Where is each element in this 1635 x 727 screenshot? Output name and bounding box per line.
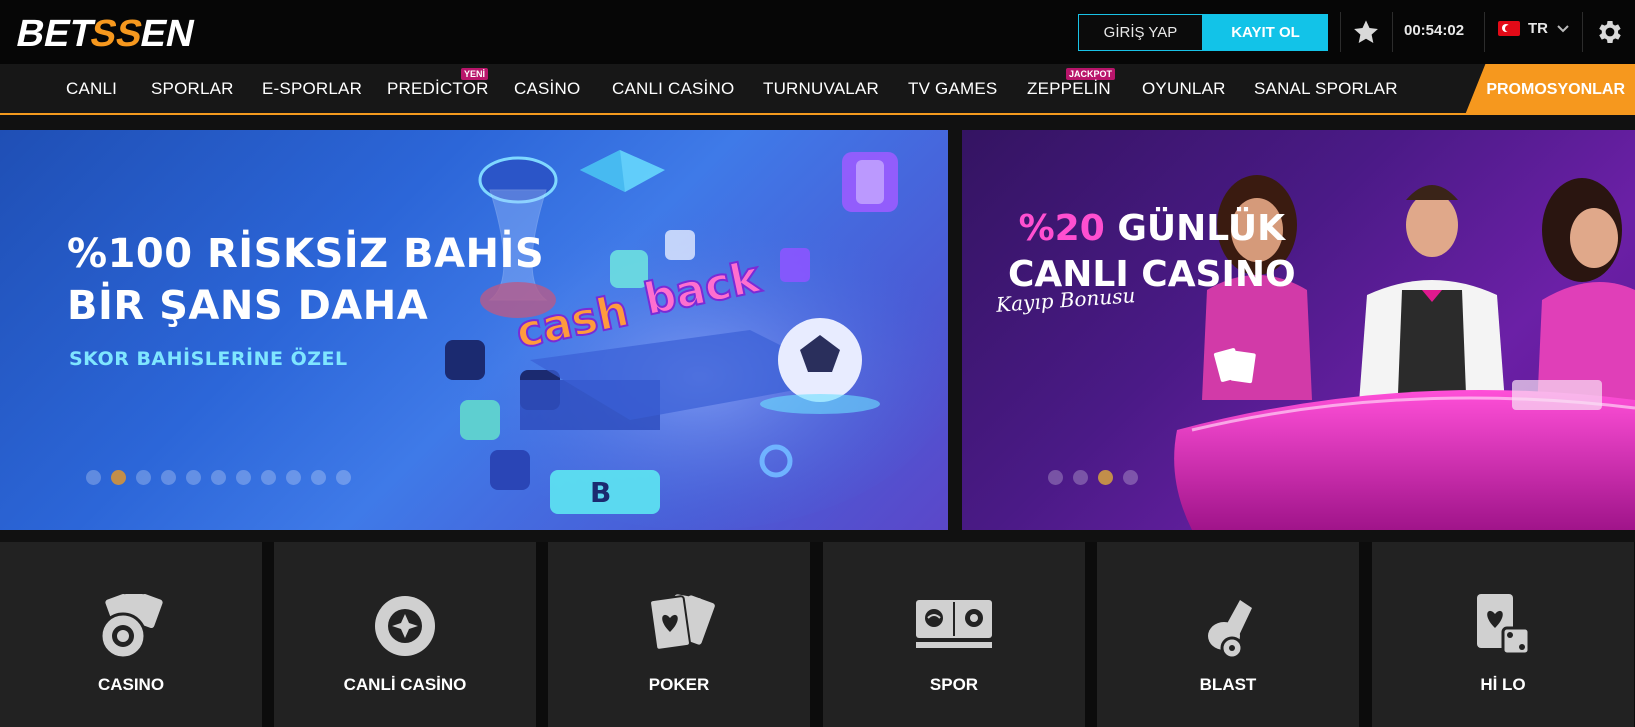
casino-chips-cards-icon bbox=[99, 593, 163, 660]
banner-title-line-2: BİR ŞANS DAHA bbox=[67, 283, 429, 329]
divider bbox=[1392, 12, 1393, 52]
nav-item-predictor[interactable]: PREDİCTOR bbox=[387, 79, 489, 99]
pagination-dot[interactable] bbox=[211, 470, 226, 485]
card-dice-icon bbox=[1477, 594, 1531, 656]
casino-dealers-illustration bbox=[1174, 175, 1635, 530]
pagination-dot[interactable] bbox=[1073, 470, 1088, 485]
promotions-button[interactable]: PROMOSYONLAR bbox=[1465, 64, 1635, 115]
divider bbox=[1340, 12, 1341, 52]
tile-label: BLAST bbox=[1199, 675, 1257, 694]
tile-poker[interactable]: POKER bbox=[548, 542, 810, 727]
pagination-dot[interactable] bbox=[236, 470, 251, 485]
tile-label: SPOR bbox=[929, 675, 979, 694]
tile-label: CASINO bbox=[97, 675, 165, 694]
language-selector[interactable]: TR bbox=[1498, 20, 1570, 37]
login-button[interactable]: GİRİŞ YAP bbox=[1078, 14, 1203, 51]
pagination-dot[interactable] bbox=[186, 470, 201, 485]
main-nav: CANLI SPORLAR E-SPORLAR YENİ PREDİCTOR C… bbox=[0, 64, 1635, 115]
nav-item-canli[interactable]: CANLI bbox=[66, 79, 117, 99]
tile-sports[interactable]: SPOR bbox=[823, 542, 1085, 727]
nav-item-zeppelin[interactable]: ZEPPELİN bbox=[1027, 79, 1111, 99]
chevron-down-icon bbox=[1557, 24, 1569, 32]
live-casino-chip-icon bbox=[375, 596, 435, 656]
svg-text:B: B bbox=[590, 476, 611, 509]
pagination-dot[interactable] bbox=[311, 470, 326, 485]
nav-item-oyunlar[interactable]: OYUNLAR bbox=[1142, 79, 1226, 99]
divider bbox=[1484, 12, 1485, 52]
tile-label: CANLİ CASİNO bbox=[343, 675, 467, 694]
banner-pagination bbox=[1048, 470, 1138, 485]
clock: 00:54:02 bbox=[1404, 22, 1465, 39]
sports-balls-icon bbox=[916, 600, 992, 648]
brand-logo[interactable]: BET SS EN bbox=[10, 2, 210, 62]
pagination-dot[interactable] bbox=[1048, 470, 1063, 485]
pagination-dot[interactable] bbox=[86, 470, 101, 485]
turkey-flag-icon bbox=[1498, 21, 1520, 36]
banner-pagination bbox=[86, 470, 351, 485]
top-bar: BET SS EN GİRİŞ YAP KAYIT OL 00:54:02 TR bbox=[0, 0, 1635, 64]
nav-item-canli-casino[interactable]: CANLI CASİNO bbox=[612, 79, 734, 99]
pagination-dot-active[interactable] bbox=[1098, 470, 1113, 485]
tile-blast[interactable]: BLAST bbox=[1097, 542, 1359, 727]
banner-title-highlight: %20 bbox=[1018, 208, 1105, 249]
banner-title: %20 GÜNLÜK CANLI CASINO bbox=[1008, 206, 1296, 298]
pagination-dot[interactable] bbox=[1123, 470, 1138, 485]
tile-hi-lo[interactable]: Hİ LO bbox=[1372, 542, 1634, 727]
banner-subtitle: SKOR BAHİSLERİNE ÖZEL bbox=[69, 348, 348, 370]
logo-text-bet: BET bbox=[13, 12, 99, 55]
banner-cashback[interactable]: cash back B %100 RİSKSİZ BAHİS BİR ŞANS … bbox=[0, 130, 948, 530]
pagination-dot[interactable] bbox=[261, 470, 276, 485]
banner-title-line-1: GÜNLÜK bbox=[1104, 208, 1286, 249]
nav-item-tv-games[interactable]: TV GAMES bbox=[908, 79, 997, 99]
banner-title-line-1: %100 RİSKSİZ BAHİS bbox=[67, 231, 545, 277]
pagination-dot[interactable] bbox=[336, 470, 351, 485]
tile-casino[interactable]: CASINO bbox=[0, 542, 262, 727]
banner-live-casino[interactable]: %20 GÜNLÜK CANLI CASINO Kayıp Bonusu bbox=[962, 130, 1635, 530]
nav-item-sporlar[interactable]: SPORLAR bbox=[151, 79, 234, 99]
pagination-dot[interactable] bbox=[161, 470, 176, 485]
category-tiles: CASINO CANLİ CASİNO POKER SPOR BLAST Hİ … bbox=[0, 542, 1635, 727]
pagination-dot[interactable] bbox=[286, 470, 301, 485]
register-button[interactable]: KAYIT OL bbox=[1203, 14, 1328, 51]
pagination-dot[interactable] bbox=[136, 470, 151, 485]
banner-title: %100 RİSKSİZ BAHİS BİR ŞANS DAHA bbox=[67, 228, 544, 332]
language-code: TR bbox=[1528, 20, 1548, 37]
pagination-dot-active[interactable] bbox=[111, 470, 126, 485]
tile-live-casino[interactable]: CANLİ CASİNO bbox=[274, 542, 536, 727]
poker-cards-icon bbox=[649, 594, 715, 651]
nav-item-turnuvalar[interactable]: TURNUVALAR bbox=[763, 79, 879, 99]
tile-label: Hİ LO bbox=[1480, 675, 1526, 694]
nav-item-sanal-sporlar[interactable]: SANAL SPORLAR bbox=[1254, 79, 1398, 99]
tile-label: POKER bbox=[648, 675, 710, 694]
nav-item-casino[interactable]: CASİNO bbox=[514, 79, 580, 99]
star-icon[interactable] bbox=[1352, 18, 1380, 46]
nav-item-e-sporlar[interactable]: E-SPORLAR bbox=[262, 79, 362, 99]
gear-icon[interactable] bbox=[1595, 17, 1625, 47]
cannon-icon bbox=[1208, 600, 1252, 660]
divider bbox=[1582, 12, 1583, 52]
logo-text-en: EN bbox=[137, 12, 199, 55]
